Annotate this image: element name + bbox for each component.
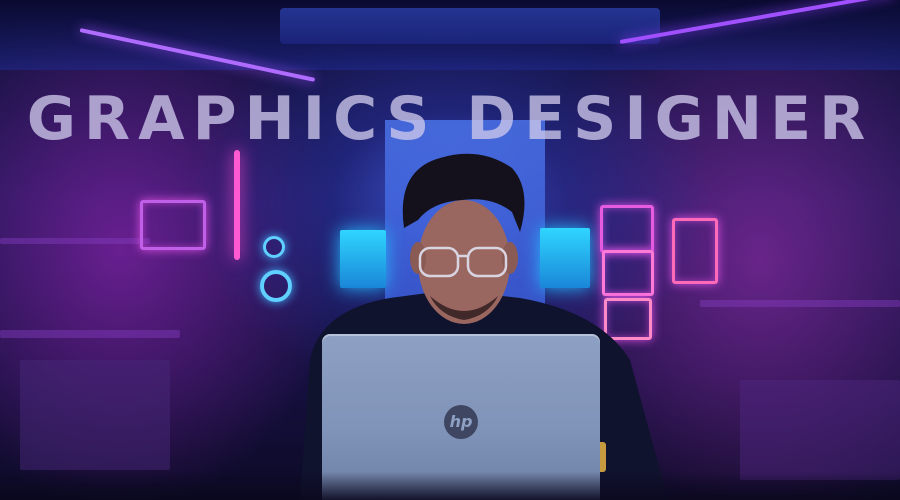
person-ear-left xyxy=(410,242,426,274)
desk-shadow xyxy=(0,472,900,500)
laptop-brand-logo: hp xyxy=(444,405,478,439)
person-face xyxy=(418,200,510,324)
photo-scene: GRAPHICS DESIGNER hp xyxy=(0,0,900,500)
